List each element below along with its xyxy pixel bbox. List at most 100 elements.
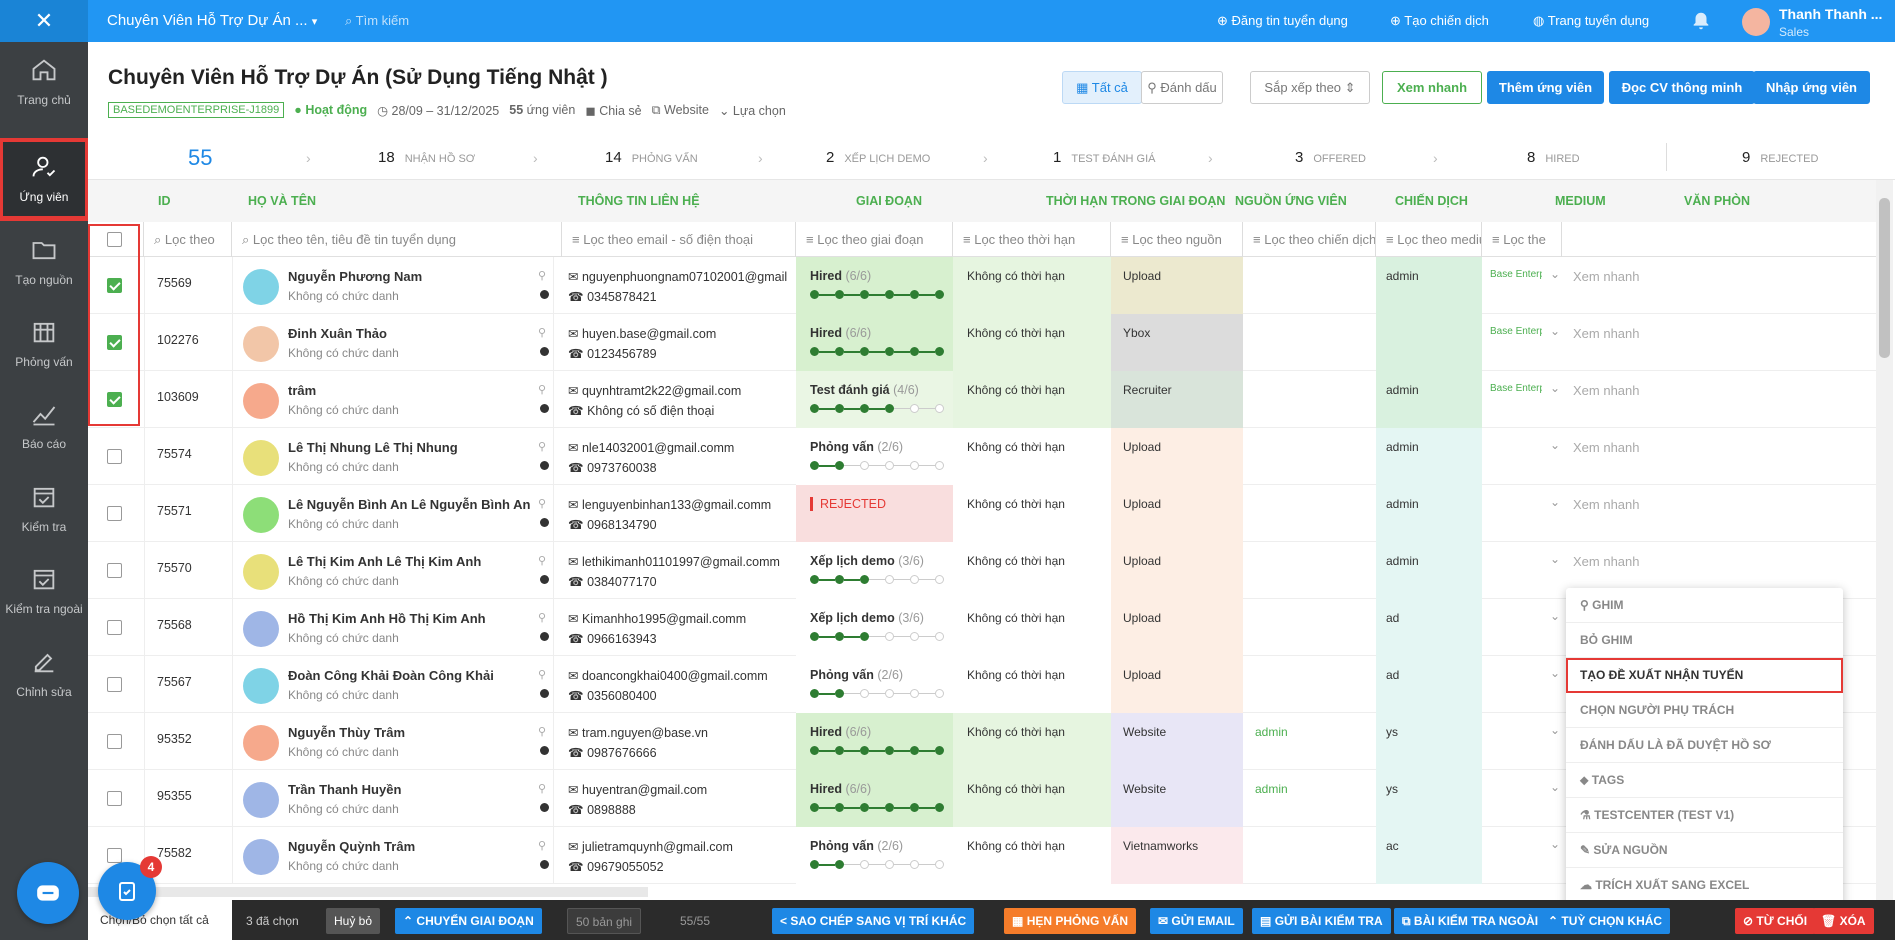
sidebar-item-interview[interactable]: Phỏng vấn: [0, 304, 88, 386]
stage-cell[interactable]: Phỏng vấn (2/6): [796, 827, 953, 884]
reject-button[interactable]: ⊘ TỪ CHỐI: [1735, 908, 1816, 934]
filter-contact[interactable]: ≡ Lọc theo email - số điện thoại: [562, 222, 796, 257]
row-checkbox[interactable]: [107, 620, 122, 635]
schedule-interview-button[interactable]: ▦ HẸN PHỎNG VẤN: [1004, 908, 1137, 934]
filter-marked-button[interactable]: ⚲ Đánh dấu: [1141, 71, 1223, 104]
pin-icon[interactable]: ⚲: [538, 440, 546, 453]
candidate-name[interactable]: Nguyễn Thùy Trâm: [288, 725, 405, 740]
candidate-name[interactable]: Lê Thị Nhung Lê Thị Nhung: [288, 440, 458, 455]
chevron-down-icon[interactable]: ⌄: [1550, 666, 1560, 680]
row-checkbox[interactable]: [107, 791, 122, 806]
pin-icon[interactable]: ⚲: [538, 668, 546, 681]
pipeline-stage[interactable]: 3 OFFERED: [1295, 135, 1366, 180]
filter-deadline[interactable]: ≡ Lọc theo thời hạn: [953, 222, 1111, 257]
row-checkbox[interactable]: [107, 734, 122, 749]
chevron-down-icon[interactable]: ⌄: [1550, 438, 1560, 452]
read-cv-button[interactable]: Đọc CV thông minh: [1609, 71, 1755, 104]
column-header-deadline[interactable]: THỜI HẠN TRONG GIAI ĐOẠN: [1046, 180, 1225, 222]
candidate-name[interactable]: Đinh Xuân Thảo: [288, 326, 387, 341]
column-header-medium[interactable]: MEDIUM: [1555, 180, 1606, 222]
vertical-scrollbar[interactable]: [1876, 180, 1893, 900]
quick-view-link[interactable]: Xem nhanh: [1573, 326, 1640, 341]
stage-cell[interactable]: Hired (6/6): [796, 770, 953, 827]
candidate-name[interactable]: trâm: [288, 383, 316, 398]
avatar[interactable]: [243, 440, 279, 476]
menu-item-tags[interactable]: ⬥ TAGS: [1566, 763, 1843, 798]
avatar[interactable]: [243, 269, 279, 305]
share-link[interactable]: ◼ Chia sẻ: [585, 103, 641, 118]
chevron-down-icon[interactable]: ⌄: [1550, 324, 1560, 338]
career-page-link[interactable]: ◍ Trang tuyển dụng: [1533, 0, 1649, 42]
chevron-down-icon[interactable]: ⌄: [1550, 780, 1560, 794]
sidebar-item-tests[interactable]: Kiểm tra: [0, 469, 88, 551]
stage-cell[interactable]: Test đánh giá (4/6): [796, 371, 953, 428]
candidate-name[interactable]: Hồ Thị Kim Anh Hồ Thị Kim Anh: [288, 611, 486, 626]
pin-icon[interactable]: ⚲: [538, 326, 546, 339]
pin-icon[interactable]: ⚲: [538, 269, 546, 282]
candidate-email[interactable]: ✉ doancongkhai0400@gmail.comm: [568, 668, 788, 683]
candidate-email[interactable]: ✉ julietramquynh@gmail.com: [568, 839, 788, 854]
sidebar-item-sourcing[interactable]: Tạo nguồn: [0, 222, 88, 304]
candidate-name[interactable]: Trần Thanh Huyền: [288, 782, 401, 797]
more-options-button[interactable]: ⌃ TUỲ CHỌN KHÁC: [1540, 908, 1671, 934]
chevron-down-icon[interactable]: ⌄: [1550, 723, 1560, 737]
stage-cell[interactable]: Hired (6/6): [796, 314, 953, 371]
candidate-name[interactable]: Đoàn Công Khải Đoàn Công Khải: [288, 668, 494, 683]
pipeline-stage[interactable]: 1 TEST ĐÁNH GIÁ: [1053, 135, 1156, 180]
pipeline-stage[interactable]: 14 PHỎNG VẤN: [605, 135, 698, 180]
avatar[interactable]: [243, 839, 279, 875]
row-checkbox[interactable]: [107, 449, 122, 464]
avatar[interactable]: [243, 497, 279, 533]
stage-cell[interactable]: Xếp lịch demo (3/6): [796, 599, 953, 656]
candidate-email[interactable]: ✉ nguyenphuongnam07102001@gmail.comm: [568, 269, 788, 284]
candidate-name[interactable]: Lê Nguyễn Bình An Lê Nguyễn Bình An: [288, 497, 530, 512]
candidate-email[interactable]: ✉ tram.nguyen@base.vn: [568, 725, 788, 740]
filter-all-button[interactable]: ▦ Tất cả: [1062, 71, 1142, 104]
pipeline-total[interactable]: 55: [188, 135, 222, 180]
close-icon[interactable]: ✕: [0, 0, 88, 42]
menu-item-assign[interactable]: CHỌN NGƯỜI PHỤ TRÁCH: [1566, 693, 1843, 728]
menu-item-testcenter[interactable]: ⚗ TESTCENTER (TEST V1): [1566, 798, 1843, 833]
row-checkbox[interactable]: [107, 563, 122, 578]
candidate-email[interactable]: ✉ quynhtramt2k22@gmail.com: [568, 383, 788, 398]
scrollbar-thumb[interactable]: [1879, 198, 1890, 358]
sidebar-item-edit[interactable]: Chỉnh sửa: [0, 634, 88, 716]
column-header-name[interactable]: HỌ VÀ TÊN: [248, 180, 316, 222]
chat-button[interactable]: [17, 862, 79, 924]
move-stage-button[interactable]: ⌃ CHUYỂN GIAI ĐOẠN: [395, 908, 542, 934]
send-email-button[interactable]: ✉ GỬI EMAIL: [1150, 908, 1243, 934]
filter-source[interactable]: ≡ Lọc theo nguồn: [1111, 222, 1243, 257]
pin-icon[interactable]: ⚲: [538, 782, 546, 795]
avatar[interactable]: [243, 554, 279, 590]
stage-cell[interactable]: REJECTED: [796, 485, 953, 542]
candidate-email[interactable]: ✉ lethikimanh01101997@gmail.comm: [568, 554, 788, 569]
filter-medium[interactable]: ≡ Lọc theo mediu: [1376, 222, 1482, 257]
chevron-down-icon[interactable]: ⌄: [1550, 837, 1560, 851]
candidate-email[interactable]: ✉ lenguyenbinhan133@gmail.comm: [568, 497, 788, 512]
avatar[interactable]: [243, 725, 279, 761]
table-row[interactable]: 102276 Đinh Xuân Thảo Không có chức danh…: [88, 314, 1878, 371]
candidate-email[interactable]: ✉ huyentran@gmail.com: [568, 782, 788, 797]
row-checkbox[interactable]: [107, 848, 122, 863]
table-row[interactable]: 75569 Nguyễn Phương Nam Không có chức da…: [88, 257, 1878, 314]
sort-dropdown[interactable]: Sắp xếp theo ⇕: [1250, 71, 1370, 104]
pipeline-stage[interactable]: 18 NHẬN HỒ SƠ: [378, 135, 475, 180]
sidebar-item-reports[interactable]: Báo cáo: [0, 386, 88, 468]
candidate-email[interactable]: ✉ nle14032001@gmail.comm: [568, 440, 788, 455]
column-header-source[interactable]: NGUỒN ỨNG VIÊN: [1235, 180, 1347, 222]
stage-cell[interactable]: Hired (6/6): [796, 713, 953, 770]
pipeline-stage[interactable]: 8 HIRED: [1527, 135, 1580, 180]
filter-campaign[interactable]: ≡ Lọc theo chiến dịch: [1243, 222, 1376, 257]
user-avatar[interactable]: [1742, 8, 1770, 36]
pin-icon[interactable]: ⚲: [538, 497, 546, 510]
search-input[interactable]: ⌕ Tìm kiếm: [345, 13, 409, 29]
import-candidate-button[interactable]: Nhập ứng viên: [1753, 71, 1870, 104]
pin-icon[interactable]: ⚲: [538, 839, 546, 852]
horizontal-scrollbar[interactable]: [88, 887, 648, 897]
table-row[interactable]: 75571 Lê Nguyễn Bình An Lê Nguyễn Bình A…: [88, 485, 1878, 542]
avatar[interactable]: [243, 668, 279, 704]
chevron-down-icon[interactable]: ⌄: [1550, 495, 1560, 509]
stage-cell[interactable]: Hired (6/6): [796, 257, 953, 314]
stage-cell[interactable]: Xếp lịch demo (3/6): [796, 542, 953, 599]
chevron-down-icon[interactable]: ⌄: [1550, 267, 1560, 281]
